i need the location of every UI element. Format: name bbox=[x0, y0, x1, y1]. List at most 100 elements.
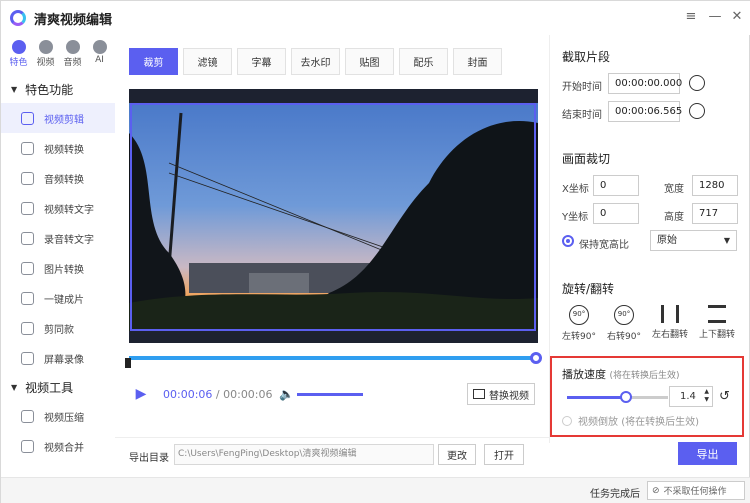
flip-horizontal-label: 左右翻转 bbox=[651, 330, 688, 340]
rotate-right-button[interactable]: 90° 右转90° bbox=[602, 305, 646, 342]
tab-music[interactable]: 配乐 bbox=[399, 48, 448, 75]
flip-vertical-icon bbox=[708, 305, 726, 323]
tab-watermark-remove[interactable]: 去水印 bbox=[291, 48, 340, 75]
tab-sticker[interactable]: 贴图 bbox=[345, 48, 394, 75]
ratio-select[interactable]: 原始 ▼ bbox=[650, 230, 737, 251]
export-button[interactable]: 导出 bbox=[678, 442, 737, 465]
speed-slider-thumb[interactable] bbox=[620, 391, 632, 403]
y-input[interactable]: 0 bbox=[593, 203, 639, 224]
item-label: 视频压缩 bbox=[44, 412, 84, 424]
flip-horizontal-button[interactable]: 左右翻转 bbox=[648, 305, 692, 340]
close-icon[interactable]: ✕ bbox=[730, 10, 744, 24]
end-time-label: 结束时间 bbox=[562, 110, 602, 121]
item-label: 视频转换 bbox=[44, 144, 84, 156]
sidebar-item-merge[interactable]: 视频合并 bbox=[1, 431, 115, 461]
rotate-left-button[interactable]: 90° 左转90° bbox=[557, 305, 601, 342]
height-input[interactable]: 717 bbox=[692, 203, 738, 224]
sidebar-item-video-edit[interactable]: 视频剪辑 bbox=[1, 103, 115, 133]
time-separator: / bbox=[212, 388, 224, 401]
speed-input[interactable]: 1.4 ▲ ▼ bbox=[669, 386, 713, 407]
width-label: 宽度 bbox=[664, 184, 684, 195]
speed-section-title: 播放速度 (将在转换后生效) bbox=[562, 366, 680, 382]
sidebar-item-audio-convert[interactable]: 音频转换 bbox=[1, 163, 115, 193]
clock-icon[interactable] bbox=[689, 103, 705, 119]
sidebar-item-screen-record[interactable]: 屏幕录像 bbox=[1, 343, 115, 373]
task-select[interactable]: ⊘ 不采取任何操作 bbox=[647, 481, 745, 500]
volume-icon[interactable]: 🔈 bbox=[279, 387, 294, 401]
sidebar-item-compress[interactable]: 视频压缩 bbox=[1, 401, 115, 431]
reverse-option[interactable]: 视频倒放 (将在转换后生效) bbox=[562, 413, 699, 428]
reset-icon[interactable]: ↺ bbox=[719, 389, 730, 404]
keep-ratio-radio[interactable] bbox=[562, 235, 574, 247]
spin-arrows-icon[interactable]: ▲ ▼ bbox=[704, 388, 709, 404]
timeline-end-handle[interactable] bbox=[530, 352, 542, 364]
timeline-start-handle[interactable] bbox=[125, 358, 131, 368]
sidebar-item-video-convert[interactable]: 视频转换 bbox=[1, 133, 115, 163]
flip-horizontal-icon bbox=[661, 305, 679, 323]
keep-ratio-label: 保持宽高比 bbox=[579, 240, 629, 251]
sidebar-group-tools[interactable]: ▼ 视频工具 bbox=[1, 373, 115, 401]
microphone-icon bbox=[21, 171, 34, 185]
reverse-radio[interactable] bbox=[562, 416, 572, 426]
sidebar-item-video-to-text[interactable]: 视频转文字 bbox=[1, 193, 115, 223]
end-time-input[interactable]: 00:00:06.565 bbox=[608, 101, 682, 122]
sidebar-item-audio-to-text[interactable]: 录音转文字 bbox=[1, 223, 115, 253]
speed-slider-fill bbox=[567, 396, 626, 399]
height-label: 高度 bbox=[664, 212, 684, 223]
category-audio[interactable]: 音频 bbox=[59, 35, 86, 69]
timeline-track[interactable] bbox=[129, 356, 538, 360]
category-label: 特色 bbox=[9, 58, 28, 68]
star-icon bbox=[11, 40, 26, 54]
divider bbox=[115, 437, 549, 438]
rotate-left-label: 左转90° bbox=[562, 332, 596, 342]
start-time-input[interactable]: 00:00:00.000 bbox=[608, 73, 682, 94]
minimize-icon[interactable]: — bbox=[708, 10, 722, 24]
replace-video-button[interactable]: 替换视频 bbox=[467, 383, 535, 405]
merge-icon bbox=[21, 439, 34, 453]
app-window: 清爽视频编辑 ≡ — ✕ 特色 视频 音频 AI ▼ 特色功能 视频剪辑 视频转换… bbox=[0, 0, 750, 503]
x-input[interactable]: 0 bbox=[593, 175, 639, 196]
replace-icon bbox=[473, 389, 485, 399]
menu-icon[interactable]: ≡ bbox=[684, 10, 698, 24]
replace-label: 替换视频 bbox=[489, 390, 529, 402]
category-label: 音频 bbox=[63, 58, 82, 68]
magic-icon bbox=[21, 291, 34, 305]
reverse-label: 视频倒放 bbox=[578, 417, 618, 428]
category-ai[interactable]: AI bbox=[86, 35, 113, 69]
output-path-field[interactable]: C:\Users\FengPing\Desktop\清爽视频编辑 bbox=[174, 444, 434, 465]
open-button[interactable]: 打开 bbox=[484, 444, 524, 465]
play-button[interactable]: ▶ bbox=[131, 384, 151, 404]
convert-icon bbox=[21, 141, 34, 155]
change-button[interactable]: 更改 bbox=[438, 444, 476, 465]
tab-crop[interactable]: 裁剪 bbox=[129, 48, 178, 75]
crop-section-title: 画面裁切 bbox=[562, 152, 611, 166]
ratio-value: 原始 bbox=[657, 235, 677, 246]
time-display: 00:00:06 / 00:00:06 bbox=[163, 388, 273, 401]
text-icon bbox=[21, 201, 34, 215]
sidebar-item-template[interactable]: 剪同款 bbox=[1, 313, 115, 343]
flip-vertical-button[interactable]: 上下翻转 bbox=[695, 305, 739, 340]
tab-subtitle[interactable]: 字幕 bbox=[237, 48, 286, 75]
volume-slider[interactable] bbox=[297, 393, 363, 396]
clip-section-title: 截取片段 bbox=[562, 50, 611, 64]
category-featured[interactable]: 特色 bbox=[5, 35, 32, 69]
app-logo-icon bbox=[10, 10, 26, 26]
width-input[interactable]: 1280 bbox=[692, 175, 738, 196]
rotate-right-icon: 90° bbox=[614, 305, 634, 325]
speed-note: (将在转换后生效) bbox=[609, 371, 680, 381]
category-video[interactable]: 视频 bbox=[32, 35, 59, 69]
sidebar-item-one-click[interactable]: 一键成片 bbox=[1, 283, 115, 313]
title-bar: 清爽视频编辑 bbox=[1, 1, 750, 35]
transcribe-icon bbox=[21, 231, 34, 245]
clock-icon[interactable] bbox=[689, 75, 705, 91]
item-label: 音频转换 bbox=[44, 174, 84, 186]
crop-box[interactable] bbox=[130, 103, 536, 331]
sidebar-item-image-convert[interactable]: 图片转换 bbox=[1, 253, 115, 283]
compress-icon bbox=[21, 409, 34, 423]
tab-filter[interactable]: 滤镜 bbox=[183, 48, 232, 75]
tab-cover[interactable]: 封面 bbox=[453, 48, 502, 75]
group-label: 视频工具 bbox=[25, 380, 74, 395]
image-icon bbox=[21, 261, 34, 275]
sidebar-group-featured[interactable]: ▼ 特色功能 bbox=[1, 75, 115, 103]
caret-down-icon: ▼ bbox=[11, 382, 18, 392]
